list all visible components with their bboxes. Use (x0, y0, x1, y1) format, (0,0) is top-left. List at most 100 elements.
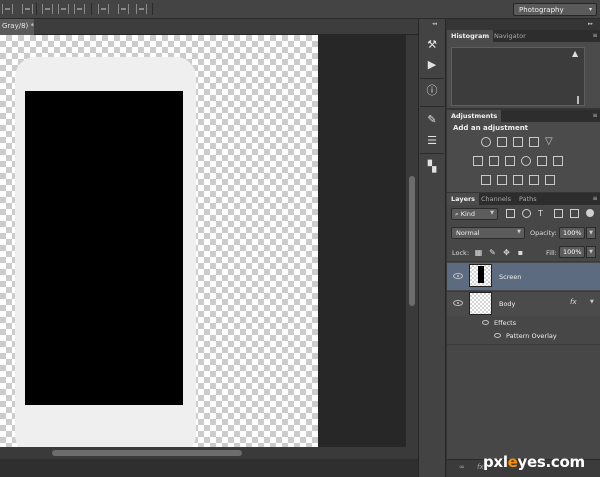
tab-layers[interactable]: Layers (447, 193, 480, 205)
properties-sliders-icon[interactable]: ☰ (425, 134, 439, 147)
phone-screen-shape (25, 91, 183, 405)
layer-comps-icon[interactable]: ▚ (425, 160, 439, 173)
curves-icon[interactable] (513, 137, 523, 147)
tab-histogram[interactable]: Histogram (447, 30, 494, 42)
dock-divider (420, 106, 444, 107)
horizontal-scroll-thumb[interactable] (52, 450, 242, 456)
chevron-down-icon: ▼ (517, 229, 521, 235)
watermark-text: pxl (483, 453, 508, 471)
lock-image-icon[interactable]: ✎ (488, 248, 497, 257)
tab-navigator[interactable]: Navigator (490, 30, 530, 42)
type-filter-icon[interactable]: T (538, 209, 547, 218)
effect-pattern-overlay[interactable]: Pattern Overlay (506, 332, 557, 340)
layers-panel-tabs: Layers Channels Paths ≡ (447, 193, 600, 205)
posterize-icon[interactable] (497, 175, 507, 185)
histogram-panel-tabs: Histogram Navigator ≡ (447, 30, 600, 42)
watermark-accent: e (507, 453, 518, 471)
fill-input[interactable]: 100% (559, 246, 585, 258)
threshold-icon[interactable] (513, 175, 523, 185)
lock-label: Lock: (452, 249, 470, 257)
visibility-eye-icon[interactable] (494, 333, 501, 338)
photo-filter-icon[interactable] (521, 156, 531, 166)
dock-divider (420, 78, 444, 79)
layer-effects-badge[interactable]: fx (570, 298, 577, 306)
layers-divider (447, 344, 600, 345)
distribute-top-icon[interactable] (42, 4, 53, 14)
dock-divider (420, 153, 444, 154)
align-middle-icon[interactable] (22, 4, 33, 14)
collapse-dock-icon[interactable]: ◂◂ (432, 21, 437, 27)
invert-icon[interactable] (481, 175, 491, 185)
levels-icon[interactable] (497, 137, 507, 147)
workspace-label: Photography (519, 6, 564, 14)
blend-mode-value: Normal (456, 229, 480, 237)
toolbar-divider (91, 3, 92, 15)
brush-icon[interactable]: ✎ (425, 113, 439, 126)
align-center-icon[interactable] (118, 4, 129, 14)
layer-thumbnail-screen (478, 266, 484, 283)
selective-color-icon[interactable] (545, 175, 555, 185)
tab-paths[interactable]: Paths (515, 193, 541, 205)
opacity-label: Opacity: (530, 229, 557, 237)
panel-menu-icon[interactable]: ≡ (590, 195, 600, 203)
warning-icon[interactable]: ▲ (572, 49, 578, 58)
shape-filter-icon[interactable] (554, 209, 563, 218)
channel-mixer-icon[interactable] (537, 156, 547, 166)
fill-slider-toggle[interactable]: ▼ (586, 246, 596, 258)
actions-play-icon[interactable]: ▶ (425, 58, 439, 71)
align-top-icon[interactable] (2, 4, 13, 14)
lock-all-icon[interactable]: ▪ (516, 248, 525, 257)
color-balance-icon[interactable] (489, 156, 499, 166)
layer-name-screen[interactable]: Screen (499, 273, 521, 281)
smart-object-filter-icon[interactable] (570, 209, 579, 218)
fill-label: Fill: (546, 249, 557, 257)
opacity-slider-toggle[interactable]: ▼ (586, 227, 596, 239)
watermark-text: yes.com (517, 453, 586, 471)
filter-toggle[interactable] (586, 209, 594, 217)
distribute-bottom-icon[interactable] (74, 4, 85, 14)
color-lookup-icon[interactable] (553, 156, 563, 166)
align-right-icon[interactable] (136, 4, 147, 14)
info-icon[interactable]: ⓘ (425, 84, 439, 97)
document-tab[interactable]: Gray/8) * (0, 19, 34, 35)
brightness-contrast-icon[interactable] (481, 137, 491, 147)
panel-menu-icon[interactable]: ≡ (590, 112, 600, 120)
lock-transparency-icon[interactable]: ▦ (474, 248, 483, 257)
opacity-input[interactable]: 100% (559, 227, 585, 239)
visibility-eye-icon[interactable] (482, 320, 489, 325)
kind-filter-select[interactable]: ⌕ Kind ▼ (451, 208, 498, 220)
visibility-eye-icon[interactable] (453, 300, 463, 306)
collapse-panels-icon[interactable]: ▸▸ (588, 21, 593, 27)
effects-label: Effects (494, 319, 517, 327)
histogram-graph (451, 47, 585, 106)
chevron-down-icon[interactable]: ▼ (590, 299, 594, 305)
black-white-icon[interactable] (505, 156, 515, 166)
exposure-icon[interactable] (529, 137, 539, 147)
hue-saturation-icon[interactable] (473, 156, 483, 166)
align-left-icon[interactable] (98, 4, 109, 14)
canvas-area[interactable] (0, 35, 406, 447)
tab-adjustments[interactable]: Adjustments (447, 110, 502, 122)
blend-mode-select[interactable]: Normal ▼ (451, 227, 525, 239)
chevron-down-icon: ▾ (588, 6, 592, 13)
visibility-eye-icon[interactable] (453, 273, 463, 279)
chevron-down-icon: ▼ (490, 210, 494, 216)
tab-channels[interactable]: Channels (477, 193, 515, 205)
kind-filter-value: Kind (460, 210, 476, 218)
adjustment-filter-icon[interactable] (522, 209, 531, 218)
gradient-map-icon[interactable] (529, 175, 539, 185)
histogram-spike (577, 96, 579, 104)
panel-menu-icon[interactable]: ≡ (590, 32, 600, 40)
pixel-filter-icon[interactable] (506, 209, 515, 218)
workspace-switcher[interactable]: Photography ▾ (513, 3, 597, 16)
layer-name-body[interactable]: Body (499, 300, 515, 308)
vibrance-icon[interactable]: ▽ (545, 137, 555, 147)
lock-position-icon[interactable]: ✥ (502, 248, 511, 257)
watermark-logo: pxleyes.com (483, 453, 585, 471)
vertical-scroll-thumb[interactable] (409, 176, 415, 306)
adjustments-panel-tabs: Adjustments ≡ (447, 110, 600, 122)
distribute-middle-icon[interactable] (58, 4, 69, 14)
options-bar (0, 0, 600, 19)
brush-presets-icon[interactable]: ⚒ (425, 38, 439, 51)
link-layers-icon[interactable]: ∞ (459, 463, 465, 471)
